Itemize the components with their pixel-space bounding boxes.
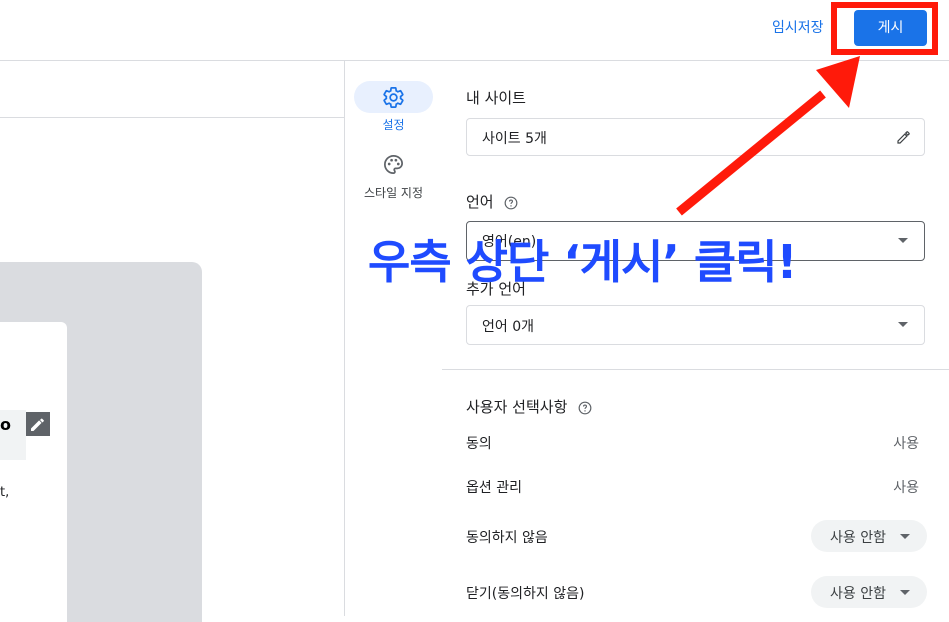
extra-language-value: 언어 0개	[482, 319, 534, 335]
rail-item-settings[interactable]: 설정	[345, 81, 442, 136]
choice-value-consent: 사용	[893, 436, 919, 452]
palette-icon	[384, 155, 403, 174]
gear-icon	[383, 87, 404, 108]
preview-card-title: o	[0, 415, 11, 434]
chevron-down-icon	[898, 238, 908, 243]
help-icon[interactable]	[578, 401, 592, 415]
preview-card-text: t,	[0, 485, 10, 500]
language-title-text: 언어	[466, 193, 494, 211]
my-sites-value: 사이트 5개	[482, 131, 547, 147]
my-sites-field[interactable]: 사이트 5개	[466, 118, 925, 156]
language-title: 언어	[466, 191, 518, 212]
user-choices-title-text: 사용자 선택사항	[466, 398, 568, 416]
help-icon[interactable]	[504, 196, 518, 210]
panel-divider	[442, 369, 949, 370]
edit-title-button[interactable]	[26, 412, 50, 436]
annotation-text: 우측 상단 ‘게시’ 클릭!	[368, 235, 798, 289]
choice-label-manage-options: 옵션 관리	[466, 480, 522, 496]
preview-divider	[0, 117, 344, 118]
do-not-consent-value: 사용 안함	[830, 530, 886, 546]
preview-card	[0, 322, 67, 622]
extra-language-select[interactable]: 언어 0개	[466, 305, 925, 345]
rail-label-settings: 설정	[382, 118, 405, 132]
settings-rail: 설정 스타일 지정	[344, 61, 443, 616]
my-sites-title: 내 사이트	[466, 89, 526, 107]
close-value: 사용 안함	[830, 586, 886, 602]
user-choices-title: 사용자 선택사항	[466, 396, 592, 417]
top-bar: 임시저장 게시	[0, 0, 949, 61]
choice-label-do-not-consent: 동의하지 않음	[466, 530, 548, 546]
chevron-down-icon	[900, 534, 910, 539]
rail-item-style[interactable]: 스타일 지정	[345, 151, 442, 201]
rail-label-style: 스타일 지정	[363, 186, 423, 200]
publish-button[interactable]: 게시	[854, 10, 927, 46]
pencil-icon[interactable]	[895, 128, 913, 146]
chevron-down-icon	[898, 322, 908, 327]
choice-value-manage-options: 사용	[893, 480, 919, 496]
settings-panel: 내 사이트 사이트 5개 언어 영어(en) 추가 언어 언어 0개 사용자 선…	[442, 61, 949, 616]
do-not-consent-select[interactable]: 사용 안함	[811, 520, 927, 552]
pencil-icon	[31, 418, 44, 431]
choice-label-consent: 동의	[466, 436, 492, 452]
chevron-down-icon	[900, 590, 910, 595]
choice-label-close: 닫기(동의하지 않음)	[466, 586, 585, 602]
banner-preview: o t,	[0, 61, 344, 622]
save-draft-button[interactable]: 임시저장	[772, 14, 824, 42]
close-select[interactable]: 사용 안함	[811, 576, 927, 608]
